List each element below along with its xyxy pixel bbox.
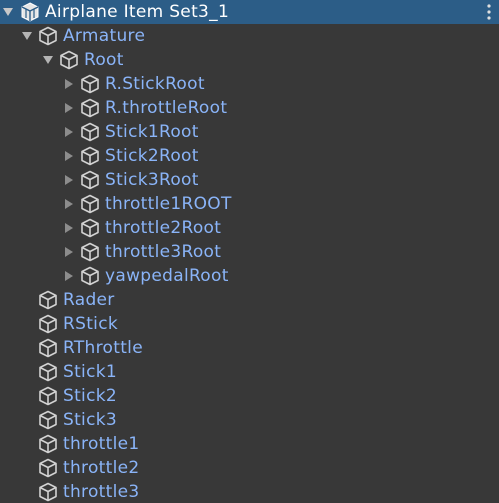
- arrow-spacer: [20, 312, 34, 336]
- cube-icon: [79, 97, 101, 119]
- expand-arrow-icon[interactable]: [41, 48, 55, 72]
- arrow-spacer: [20, 456, 34, 480]
- hierarchy-item-row[interactable]: throttle2Root: [0, 216, 499, 240]
- cube-icon: [58, 49, 80, 71]
- hierarchy-item-row[interactable]: R.throttleRoot: [0, 96, 499, 120]
- collapse-arrow-icon[interactable]: [62, 240, 76, 264]
- cube-icon: [79, 193, 101, 215]
- prefab-icon: [19, 1, 41, 23]
- hierarchy-item-label: Stick1: [63, 362, 117, 382]
- cube-icon: [79, 121, 101, 143]
- hierarchy-item-row[interactable]: throttle1ROOT: [0, 192, 499, 216]
- collapse-arrow-icon[interactable]: [62, 96, 76, 120]
- hierarchy-item-row[interactable]: RThrottle: [0, 336, 499, 360]
- hierarchy-item-row[interactable]: RStick: [0, 312, 499, 336]
- cube-icon: [79, 241, 101, 263]
- hierarchy-root-row[interactable]: Airplane Item Set3_1: [0, 0, 499, 24]
- cube-icon: [37, 25, 59, 47]
- hierarchy-item-row[interactable]: Stick2: [0, 384, 499, 408]
- hierarchy-item-row[interactable]: Stick3Root: [0, 168, 499, 192]
- cube-icon: [37, 337, 59, 359]
- cube-icon: [79, 73, 101, 95]
- hierarchy-item-label: throttle1: [63, 434, 140, 454]
- hierarchy-item-label: Rader: [63, 290, 115, 310]
- hierarchy-item-label: Stick3Root: [105, 170, 199, 190]
- hierarchy-panel: Airplane Item Set3_1 Armature Root R.Stick…: [0, 0, 499, 503]
- arrow-spacer: [20, 360, 34, 384]
- cube-icon: [37, 481, 59, 503]
- cube-icon: [37, 409, 59, 431]
- arrow-spacer: [20, 480, 34, 503]
- cube-icon: [37, 361, 59, 383]
- hierarchy-item-row[interactable]: throttle3: [0, 480, 499, 503]
- hierarchy-item-row[interactable]: R.StickRoot: [0, 72, 499, 96]
- expand-arrow-icon[interactable]: [20, 24, 34, 48]
- hierarchy-item-row[interactable]: throttle3Root: [0, 240, 499, 264]
- collapse-arrow-icon[interactable]: [62, 120, 76, 144]
- cube-icon: [37, 385, 59, 407]
- hierarchy-item-label: RStick: [63, 314, 118, 334]
- hierarchy-item-label: Stick2: [63, 386, 117, 406]
- hierarchy-item-label: throttle3Root: [105, 242, 222, 262]
- arrow-spacer: [20, 336, 34, 360]
- collapse-arrow-icon[interactable]: [62, 192, 76, 216]
- hierarchy-item-row[interactable]: Stick3: [0, 408, 499, 432]
- hierarchy-item-row[interactable]: Rader: [0, 288, 499, 312]
- collapse-arrow-icon[interactable]: [62, 216, 76, 240]
- hierarchy-item-row[interactable]: throttle1: [0, 432, 499, 456]
- more-options-icon[interactable]: [487, 0, 491, 24]
- hierarchy-item-label: Stick1Root: [105, 122, 199, 142]
- hierarchy-item-row[interactable]: Stick2Root: [0, 144, 499, 168]
- cube-icon: [79, 145, 101, 167]
- cube-icon: [79, 265, 101, 287]
- hierarchy-item-label: yawpedalRoot: [105, 266, 229, 286]
- arrow-spacer: [20, 384, 34, 408]
- arrow-spacer: [20, 408, 34, 432]
- hierarchy-item-row[interactable]: throttle2: [0, 456, 499, 480]
- hierarchy-item-label: R.throttleRoot: [105, 98, 228, 118]
- hierarchy-item-row[interactable]: Armature: [0, 24, 499, 48]
- hierarchy-item-label: throttle2: [63, 458, 140, 478]
- arrow-spacer: [20, 432, 34, 456]
- hierarchy-item-label: Root: [84, 50, 124, 70]
- root-label: Airplane Item Set3_1: [45, 2, 230, 22]
- hierarchy-item-row[interactable]: Root: [0, 48, 499, 72]
- hierarchy-item-label: throttle3: [63, 482, 140, 502]
- collapse-arrow-icon[interactable]: [62, 144, 76, 168]
- collapse-arrow-icon[interactable]: [62, 72, 76, 96]
- cube-icon: [37, 433, 59, 455]
- expand-arrow-icon[interactable]: [1, 0, 15, 24]
- cube-icon: [79, 169, 101, 191]
- cube-icon: [37, 313, 59, 335]
- hierarchy-item-row[interactable]: Stick1Root: [0, 120, 499, 144]
- hierarchy-item-label: throttle2Root: [105, 218, 222, 238]
- hierarchy-item-label: throttle1ROOT: [105, 194, 232, 214]
- arrow-spacer: [20, 288, 34, 312]
- hierarchy-item-label: RThrottle: [63, 338, 143, 358]
- cube-icon: [37, 289, 59, 311]
- hierarchy-item-row[interactable]: yawpedalRoot: [0, 264, 499, 288]
- cube-icon: [79, 217, 101, 239]
- hierarchy-item-label: R.StickRoot: [105, 74, 205, 94]
- collapse-arrow-icon[interactable]: [62, 168, 76, 192]
- hierarchy-item-row[interactable]: Stick1: [0, 360, 499, 384]
- hierarchy-item-label: Stick3: [63, 410, 117, 430]
- collapse-arrow-icon[interactable]: [62, 264, 76, 288]
- cube-icon: [37, 457, 59, 479]
- hierarchy-item-label: Stick2Root: [105, 146, 199, 166]
- hierarchy-item-label: Armature: [63, 26, 146, 46]
